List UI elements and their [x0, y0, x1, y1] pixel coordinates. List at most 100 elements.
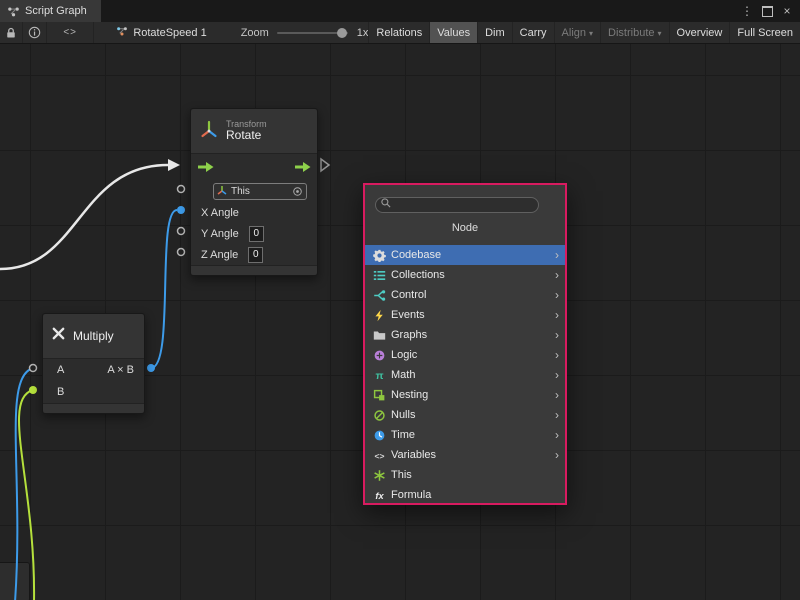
chevron-right-icon: › — [555, 269, 559, 281]
lightning-icon — [373, 309, 386, 322]
node-multiply[interactable]: Multiply A A × B B — [42, 313, 145, 414]
null-icon — [373, 409, 386, 422]
this-port[interactable] — [178, 186, 185, 193]
finder-item-nesting[interactable]: Nesting › — [365, 385, 565, 405]
zoom-slider-thumb[interactable] — [337, 28, 347, 38]
graph-object-chip[interactable]: RotateSpeed 1 — [116, 25, 206, 40]
graph-object-name: RotateSpeed 1 — [133, 27, 206, 39]
finder-header: Node — [365, 215, 565, 241]
input-a-label: A — [57, 364, 64, 376]
svg-text:fx: fx — [375, 490, 384, 500]
toolbar-button-values[interactable]: Values — [429, 22, 477, 43]
chevron-down-icon: ▾ — [658, 29, 662, 38]
z-angle-input[interactable]: 0 — [248, 247, 263, 263]
finder-item-variables[interactable]: <> Variables › — [365, 445, 565, 465]
y-angle-input[interactable]: 0 — [249, 226, 264, 242]
this-icon — [373, 469, 386, 482]
finder-item-codebase[interactable]: Codebase › — [365, 245, 565, 265]
tab-script-graph[interactable]: Script Graph — [0, 0, 101, 22]
multiply-output-port[interactable] — [147, 364, 155, 372]
finder-item-nulls[interactable]: Nulls › — [365, 405, 565, 425]
y-angle-port[interactable] — [178, 228, 185, 235]
logic-icon — [373, 349, 386, 362]
kebab-menu-icon[interactable]: ⋮ — [740, 4, 754, 18]
script-graph-window: Script Graph ⋮ × <> RotateSpeed 1 Zoom 1… — [0, 0, 800, 600]
zoom-value: 1x — [357, 27, 369, 39]
maximize-icon[interactable] — [760, 4, 774, 18]
value-wire-multiply-to-xangle[interactable] — [151, 210, 177, 368]
control-input-port[interactable] — [168, 159, 180, 171]
control-wire[interactable] — [0, 165, 168, 269]
port-row-x-angle[interactable]: X Angle — [191, 202, 317, 223]
multiply-a-port[interactable] — [30, 365, 37, 372]
node-header[interactable]: Transform Rotate — [191, 109, 317, 154]
control-in-arrow-icon[interactable] — [197, 161, 214, 173]
x-angle-port[interactable] — [177, 206, 185, 214]
finder-item-time[interactable]: Time › — [365, 425, 565, 445]
chevron-right-icon: › — [555, 309, 559, 321]
finder-item-this[interactable]: This — [365, 465, 565, 485]
this-row: This — [191, 180, 317, 202]
finder-item-logic[interactable]: Logic › — [365, 345, 565, 365]
finder-search — [375, 195, 539, 213]
toolbar-button-overview[interactable]: Overview — [669, 22, 730, 43]
variables-icon: <> — [373, 449, 386, 462]
input-b-label: B — [57, 386, 64, 398]
control-out-arrow-icon[interactable] — [294, 161, 311, 173]
finder-item-collections[interactable]: Collections › — [365, 265, 565, 285]
graph-asset-icon — [116, 25, 128, 40]
toolbar-toggle-group: Relations Values Dim Carry Align▾ Distri… — [368, 22, 800, 43]
toolbar-button-fullscreen[interactable]: Full Screen — [729, 22, 800, 43]
list-icon — [373, 269, 386, 282]
code-button[interactable]: <> — [47, 22, 94, 43]
close-icon[interactable]: × — [780, 4, 794, 18]
finder-item-events[interactable]: Events › — [365, 305, 565, 325]
tab-bar: Script Graph ⋮ × — [0, 0, 800, 22]
partial-node[interactable] — [0, 562, 30, 600]
port-row-y-angle[interactable]: Y Angle 0 — [191, 223, 317, 244]
z-angle-port[interactable] — [178, 249, 185, 256]
lock-button[interactable] — [0, 22, 23, 43]
multiply-icon — [51, 326, 66, 346]
z-angle-label: Z Angle — [201, 249, 238, 261]
node-footer — [191, 265, 317, 275]
port-row-b[interactable]: B — [43, 381, 144, 403]
info-icon — [28, 26, 41, 39]
finder-item-math[interactable]: π Math › — [365, 365, 565, 385]
toolbar-button-carry[interactable]: Carry — [512, 22, 554, 43]
window-controls: ⋮ × — [740, 0, 800, 22]
clock-icon — [373, 429, 386, 442]
y-angle-label: Y Angle — [201, 228, 239, 240]
finder-item-formula[interactable]: fx Formula — [365, 485, 565, 505]
search-icon — [380, 197, 392, 209]
fuzzy-finder: Node Codebase › Collections › Control › — [363, 183, 567, 505]
info-button[interactable] — [23, 22, 47, 43]
finder-item-control[interactable]: Control › — [365, 285, 565, 305]
port-row-a[interactable]: A A × B — [43, 359, 144, 381]
finder-item-graphs[interactable]: Graphs › — [365, 325, 565, 345]
toolbar-button-align[interactable]: Align▾ — [554, 22, 600, 43]
graph-toolbar: <> RotateSpeed 1 Zoom 1x Relations Value… — [0, 22, 800, 44]
object-picker-icon[interactable] — [292, 186, 303, 197]
toolbar-button-relations[interactable]: Relations — [368, 22, 429, 43]
toolbar-button-dim[interactable]: Dim — [477, 22, 512, 43]
multiply-b-port[interactable] — [29, 386, 37, 394]
chevron-right-icon: › — [555, 349, 559, 361]
zoom-slider[interactable] — [277, 32, 348, 34]
toolbar-button-distribute[interactable]: Distribute▾ — [600, 22, 668, 43]
pi-icon: π — [373, 369, 386, 382]
gear-icon — [373, 249, 386, 262]
search-input[interactable] — [375, 197, 539, 213]
control-output-port[interactable] — [321, 159, 329, 171]
svg-text:π: π — [375, 370, 383, 382]
this-object-field[interactable]: This — [213, 183, 307, 200]
code-icon: <> — [63, 27, 77, 38]
node-title: Rotate — [226, 129, 267, 143]
control-icon — [373, 289, 386, 302]
node-transform-rotate[interactable]: Transform Rotate This — [190, 108, 318, 276]
port-row-z-angle[interactable]: Z Angle 0 — [191, 244, 317, 265]
graph-canvas[interactable]: Transform Rotate This — [0, 44, 800, 600]
formula-icon: fx — [373, 489, 386, 502]
node-header[interactable]: Multiply — [43, 314, 144, 359]
chevron-right-icon: › — [555, 369, 559, 381]
